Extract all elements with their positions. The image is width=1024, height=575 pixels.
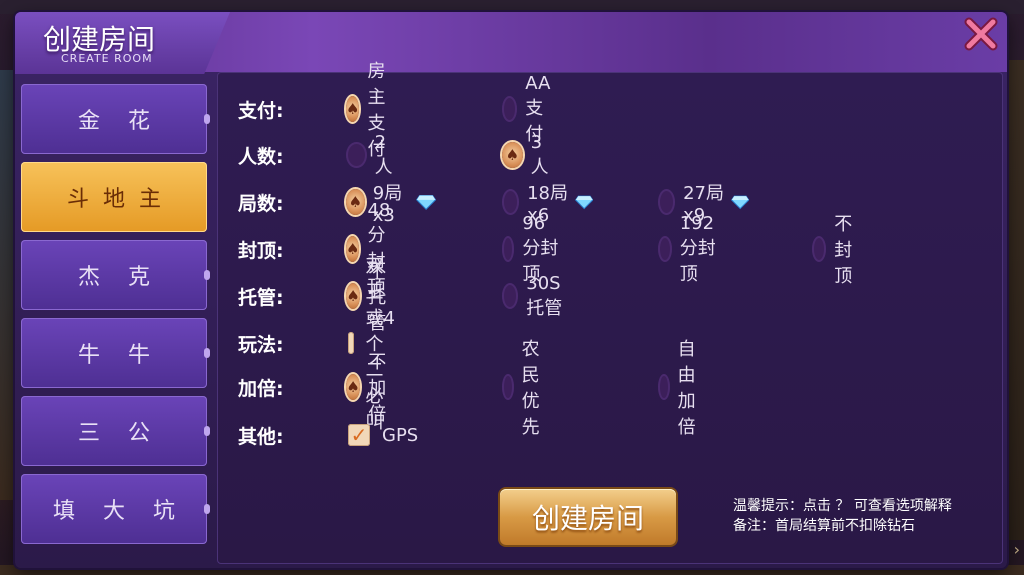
radio-icon [658, 236, 672, 262]
tab-gem-icon [204, 270, 210, 280]
row-label: 玩法 [238, 333, 277, 356]
double-off-option[interactable]: 不加倍 [346, 348, 398, 426]
row-label: 封顶 [238, 239, 277, 262]
option-label: GPS [382, 424, 419, 446]
option-label: 192分封顶 [679, 212, 716, 285]
radio-icon [502, 236, 515, 262]
tab-gem-icon [204, 504, 210, 514]
dialog-subtitle: CREATE ROOM [61, 52, 153, 65]
sidebar-item-jieke[interactable]: 杰克 [21, 240, 210, 310]
auto-30s-option[interactable]: 30S托管 [502, 273, 570, 320]
right-edge-background [1004, 60, 1024, 540]
payment-label: 支付: [238, 99, 284, 122]
radio-icon [346, 142, 367, 168]
row-label: 其他 [238, 425, 277, 448]
double-label: 加倍: [238, 377, 284, 400]
row-label: 人数 [238, 145, 277, 168]
close-icon [964, 17, 998, 51]
create-room-button[interactable]: 创建房间 [500, 489, 676, 545]
radio-selected-icon [346, 374, 361, 400]
players-label: 人数: [238, 145, 284, 168]
create-room-dialog: 创建房间 CREATE ROOM 金花 斗地主 杰克 牛牛 三公 填大坑 支付:… [15, 12, 1007, 568]
tip-line: 温馨提示：点击 ？ 可查看选项解释 [733, 498, 952, 514]
option-label: 30S托管 [526, 272, 563, 319]
play-label: 玩法: [238, 333, 284, 356]
sidebar-item-label: 金花 [77, 109, 178, 134]
sidebar-item-doudizhu[interactable]: 斗地主 [21, 162, 207, 232]
players-3-option[interactable]: 3人 [502, 132, 554, 179]
note-line: 备注：首局结算前不扣除钻石 [733, 518, 915, 534]
radio-icon [502, 374, 514, 400]
sidebar-item-tiandakeng[interactable]: 填大坑 [21, 474, 210, 544]
option-label: 自由加倍 [677, 339, 696, 438]
game-type-sidebar: 金花 斗地主 杰克 牛牛 三公 填大坑 [21, 84, 210, 552]
option-label: 2人 [374, 131, 393, 178]
radio-selected-icon [502, 142, 523, 168]
players-2-option[interactable]: 2人 [346, 132, 398, 179]
sidebar-item-label: 填大坑 [52, 499, 203, 524]
option-label: 3人 [530, 131, 549, 178]
option-label: 不加倍 [368, 352, 387, 425]
row-label: 支付 [238, 99, 277, 122]
sidebar-item-label: 三公 [77, 421, 178, 446]
sidebar-item-label: 杰克 [77, 265, 178, 290]
sidebar-item-sangong[interactable]: 三公 [21, 396, 210, 466]
radio-icon [812, 236, 827, 262]
auto-label: 托管: [238, 286, 284, 309]
row-label: 托管 [238, 286, 277, 309]
tab-gem-icon [204, 348, 210, 358]
chevron-right-icon[interactable]: › [1014, 540, 1020, 559]
cap-192-option[interactable]: 192分封顶 [658, 213, 726, 286]
tab-gem-icon [204, 114, 210, 124]
option-label: 农民优先 [521, 339, 540, 438]
tab-gem-icon [204, 426, 210, 436]
radio-selected-icon [346, 96, 360, 122]
option-label: 不封顶 [834, 214, 853, 287]
sidebar-item-jinhua[interactable]: 金花 [21, 84, 210, 154]
row-label: 加倍 [238, 377, 277, 400]
diamond-icon [574, 195, 593, 210]
radio-icon [502, 96, 518, 122]
radio-icon [502, 283, 519, 309]
gps-checkbox[interactable]: ✓ GPS [348, 423, 419, 447]
radio-icon [658, 374, 670, 400]
double-free-option[interactable]: 自由加倍 [658, 335, 710, 439]
radio-icon [502, 189, 520, 215]
other-label: 其他: [238, 425, 284, 448]
diamond-icon [415, 194, 437, 210]
radio-icon [658, 189, 676, 215]
tips-text: 温馨提示：点击 ？ 可查看选项解释 备注：首局结算前不扣除钻石 [733, 496, 952, 536]
left-edge-background [0, 70, 16, 500]
row-label: 局数 [238, 192, 277, 215]
sidebar-item-niuniu[interactable]: 牛牛 [21, 318, 210, 388]
checkmark-icon: ✓ [348, 423, 370, 447]
close-button[interactable] [961, 14, 1001, 54]
rounds-label: 局数: [238, 192, 284, 215]
cap-label: 封顶: [238, 239, 284, 262]
double-farmer-option[interactable]: 农民优先 [502, 335, 554, 439]
sidebar-item-label: 斗地主 [66, 187, 175, 212]
diamond-icon [730, 195, 749, 210]
sidebar-item-label: 牛牛 [77, 343, 178, 368]
cap-none-option[interactable]: 不封顶 [812, 210, 864, 288]
